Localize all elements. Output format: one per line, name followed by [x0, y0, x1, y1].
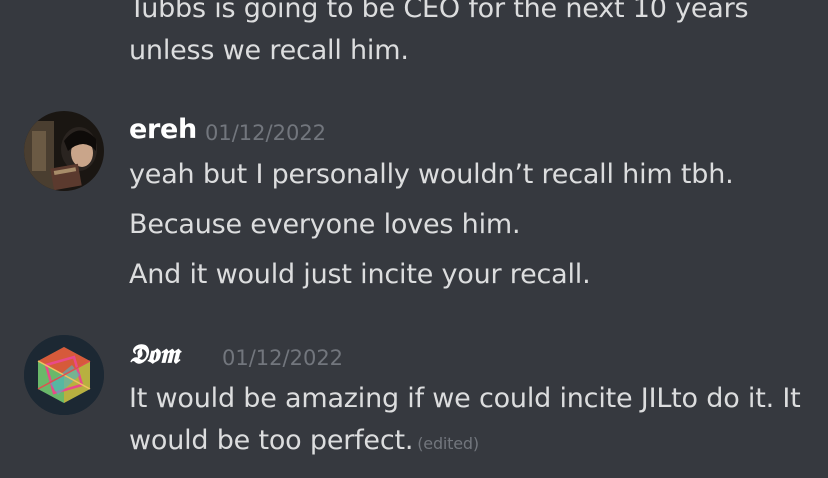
message-line: Tubbs is going to be CEO for the next 10…	[129, 0, 749, 24]
message-timestamp[interactable]: 01/12/2022	[222, 346, 343, 370]
message-line: would be too perfect. (edited)	[129, 420, 479, 465]
avatar[interactable]	[24, 335, 104, 415]
message-line: And it would just incite your recall.	[129, 259, 591, 290]
message-line: yeah but I personally wouldn’t recall hi…	[129, 159, 734, 190]
author-name[interactable]: ereh	[129, 114, 197, 145]
author-name[interactable]: 𝕯𝖔𝖒	[129, 339, 180, 371]
edited-label: (edited)	[417, 434, 479, 453]
message-line: Because everyone loves him.	[129, 209, 521, 240]
message-line: unless we recall him.	[129, 35, 409, 66]
message-line: It would be amazing if we could incite J…	[129, 383, 801, 414]
user-avatar-photo-icon	[24, 111, 104, 191]
message-timestamp[interactable]: 01/12/2022	[205, 121, 326, 145]
message-text: would be too perfect.	[129, 425, 414, 456]
polyhedron-avatar-icon	[24, 335, 104, 415]
avatar[interactable]	[24, 111, 104, 191]
